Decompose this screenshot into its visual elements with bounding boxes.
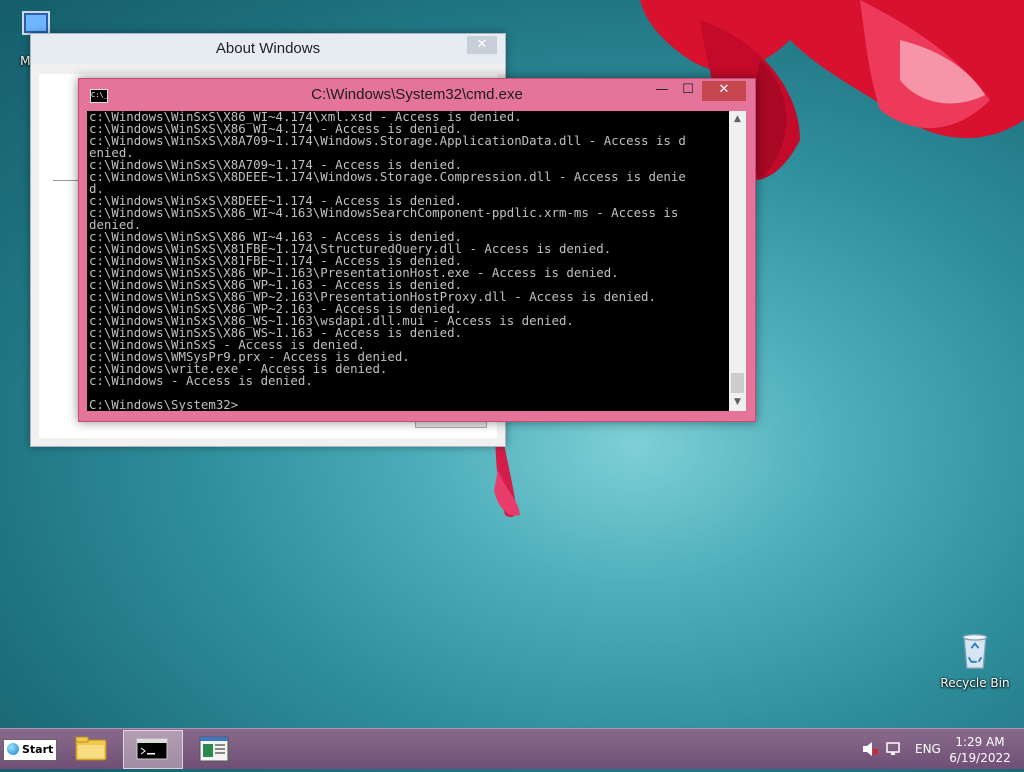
terminal-icon [136,738,168,760]
volume-muted-icon[interactable] [860,729,880,769]
taskbar-app-window[interactable] [185,730,243,767]
recycle-bin-label: Recycle Bin [940,676,1010,690]
start-button[interactable]: Start [3,739,57,761]
taskbar-file-explorer[interactable] [62,730,120,767]
clock-date: 6/19/2022 [949,751,1011,765]
clock[interactable]: 1:29 AM 6/19/2022 [944,734,1016,766]
minimize-button[interactable]: — [649,81,675,101]
taskbar: Start ENG 1:29 AM 6/19/2022 [0,728,1024,769]
console-line: c:\Windows\WinSxS\X8DEEE~1.174\Windows.S… [89,169,686,184]
network-icon[interactable] [884,729,904,769]
windows-orb-icon [7,743,19,755]
maximize-button[interactable]: ☐ [675,81,701,101]
folder-icon [75,736,107,761]
about-close-button[interactable]: ✕ [467,36,497,54]
console-output[interactable]: c:\Windows\WinSxS\X86_WI~4.174\xml.xsd -… [87,111,729,411]
window-app-icon [199,736,229,762]
recycle-bin-shortcut[interactable]: Recycle Bin [940,630,1010,690]
clock-time: 1:29 AM [955,735,1005,749]
console-line: C:\Windows\System32> [89,397,239,411]
scroll-thumb[interactable] [731,373,744,393]
console-line: c:\Windows\WinSxS\X86_WI~4.163\WindowsSe… [89,205,679,220]
scroll-up-arrow-icon[interactable]: ▲ [729,111,746,128]
about-title: About Windows [215,40,321,57]
start-label: Start [22,743,54,756]
console-line: c:\Windows\WinSxS\X8A709~1.174\Windows.S… [89,133,686,148]
close-button[interactable]: ✕ [702,81,746,101]
cmd-title-bar[interactable]: C:\_ C:\Windows\System32\cmd.exe — ☐ ✕ [79,79,755,109]
console-scrollbar[interactable]: ▲ ▼ [729,111,746,411]
taskbar-cmd[interactable] [123,730,183,769]
language-indicator[interactable]: ENG [915,729,941,769]
about-title-bar[interactable]: About Windows ✕ [31,34,505,64]
scroll-down-arrow-icon[interactable]: ▼ [729,394,746,411]
console-line: c:\Windows - Access is denied. [89,373,313,388]
cmd-window: C:\_ C:\Windows\System32\cmd.exe — ☐ ✕ c… [78,78,756,422]
recycle-bin-icon [962,633,988,669]
